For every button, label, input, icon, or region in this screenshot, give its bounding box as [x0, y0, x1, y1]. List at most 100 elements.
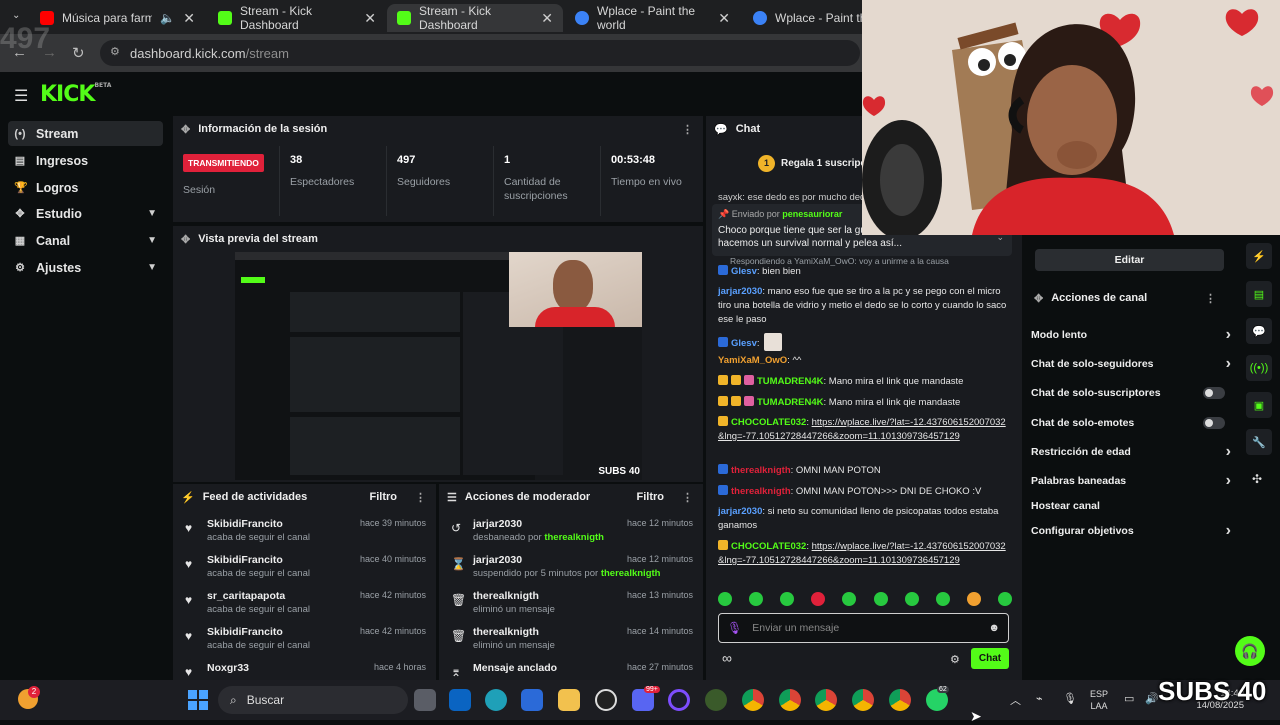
- chat-username[interactable]: jarjar2030: [718, 506, 762, 517]
- outlook-icon[interactable]: [449, 689, 471, 711]
- channel-action-palabras-baneadas[interactable]: Palabras baneadas ›: [1031, 471, 1231, 491]
- chevron-up-icon[interactable]: ︿: [1010, 692, 1021, 708]
- emote-icon[interactable]: [904, 592, 919, 606]
- stream-preview-video[interactable]: SUBS 40: [235, 252, 642, 480]
- chat-username[interactable]: Glesv: [731, 266, 757, 277]
- emote-icon[interactable]: [935, 592, 950, 606]
- sidebar-item-estudio[interactable]: ✥ Estudio ▼: [8, 201, 163, 226]
- emote-icon[interactable]: [842, 592, 857, 606]
- chat-message[interactable]: Glesv:: [718, 333, 1008, 351]
- activity-item[interactable]: ♥ SkibidiFrancito acaba de seguir el canal…: [173, 622, 436, 658]
- channel-action-chat-de-solo-suscriptores[interactable]: Chat de solo-suscriptores: [1031, 383, 1231, 403]
- chat-message[interactable]: jarjar2030: mano eso fue que se tiro a l…: [718, 285, 1008, 327]
- rail-panel-button[interactable]: ▣: [1246, 392, 1272, 418]
- channel-action-configurar-objetivos[interactable]: Configurar objetivos ›: [1031, 521, 1231, 541]
- close-icon[interactable]: ✕: [541, 10, 553, 27]
- edit-button[interactable]: Editar: [1035, 249, 1224, 271]
- chat-username[interactable]: CHOCOLATE032: [731, 417, 806, 428]
- chat-message[interactable]: therealknigth: OMNI MAN POTON: [718, 464, 1008, 478]
- chat-message[interactable]: TUMADREN4K: Mano mira el link que mandas…: [718, 375, 1008, 389]
- chrome-icon[interactable]: [779, 689, 801, 711]
- language-indicator[interactable]: ESP LAA: [1090, 688, 1108, 712]
- volume-icon[interactable]: 🔊: [1145, 692, 1159, 705]
- tab-wplace-1[interactable]: Wplace - Paint the world ✕: [565, 4, 740, 32]
- close-icon[interactable]: ✕: [718, 10, 730, 27]
- channel-action-restricci-n-de-edad[interactable]: Restricción de edad ›: [1031, 442, 1231, 462]
- chat-message[interactable]: TUMADREN4K: Mano mira el link qie mandas…: [718, 396, 1008, 410]
- activity-user[interactable]: sr_caritapapota: [207, 590, 285, 602]
- mod-action-item[interactable]: 🗑 therealknigth eliminó un mensaje hace 13…: [439, 586, 703, 622]
- chat-settings-icon[interactable]: ⚙: [950, 653, 960, 666]
- chat-input[interactable]: 🎙 Enviar un mensaje ☻: [718, 613, 1009, 643]
- rail-more-icon[interactable]: ✣: [1252, 472, 1262, 486]
- emoji-icon[interactable]: ☻: [988, 622, 1000, 634]
- more-icon[interactable]: ⋮: [682, 491, 693, 504]
- activity-user[interactable]: Noxgr33: [207, 662, 249, 674]
- activity-item[interactable]: ♥ Noxgr33 hace 4 horas: [173, 658, 436, 678]
- filter-button[interactable]: Filtro: [637, 491, 665, 503]
- sidebar-item-ajustes[interactable]: ⚙ Ajustes ▼: [8, 255, 163, 280]
- mod-action-by[interactable]: therealknigth: [601, 568, 661, 579]
- activity-user[interactable]: SkibidiFrancito: [207, 518, 283, 530]
- grip-icon[interactable]: ✥: [181, 123, 190, 136]
- network-icon[interactable]: ⌁: [1036, 692, 1043, 705]
- taskbar-search[interactable]: ⌕ Buscar: [218, 686, 408, 714]
- sidebar-item-canal[interactable]: ▦ Canal ▼: [8, 228, 163, 253]
- sidebar-item-logros[interactable]: 🏆 Logros: [8, 175, 163, 200]
- activity-item[interactable]: ♥ sr_caritapapota acaba de seguir el canal…: [173, 586, 436, 622]
- kick-logo[interactable]: KICKBETA: [40, 82, 111, 107]
- wifi-icon[interactable]: ▭: [1124, 692, 1134, 705]
- chat-username[interactable]: YamiXaM_OwO: [718, 355, 787, 366]
- tab-kick-2[interactable]: Stream - Kick Dashboard ✕: [387, 4, 563, 32]
- send-chat-button[interactable]: Chat: [971, 648, 1009, 669]
- chat-username[interactable]: therealknigth: [731, 465, 791, 476]
- site-info-icon[interactable]: ⚙: [110, 45, 120, 58]
- mod-action-item[interactable]: ↺ jarjar2030 desbaneado por therealknigth h…: [439, 514, 703, 550]
- tab-music[interactable]: Música para farmear tr 🔈 ✕: [30, 4, 205, 32]
- chat-username[interactable]: TUMADREN4K: [757, 376, 824, 387]
- infinity-icon[interactable]: ∞: [722, 650, 732, 666]
- rail-bolt-button[interactable]: ⚡: [1246, 243, 1272, 269]
- more-icon[interactable]: ⋮: [682, 123, 693, 136]
- chrome-icon[interactable]: [889, 689, 911, 711]
- chat-message[interactable]: CHOCOLATE032: https://wplace.live/?lat=-…: [718, 416, 1008, 444]
- tab-list-chevron-icon[interactable]: ⌄: [12, 10, 20, 21]
- emote-icon[interactable]: [873, 592, 888, 606]
- chrome-icon[interactable]: [815, 689, 837, 711]
- chrome-icon[interactable]: [742, 689, 764, 711]
- chat-username[interactable]: TUMADREN4K: [757, 397, 824, 408]
- url-field[interactable]: ⚙ dashboard.kick.com/stream: [100, 40, 860, 66]
- mod-action-by[interactable]: therealknigth: [544, 532, 604, 543]
- tab-wplace-2[interactable]: Wplace - Paint the w: [743, 4, 885, 32]
- windows-start-icon[interactable]: [188, 690, 208, 710]
- file-explorer-icon[interactable]: [414, 689, 436, 711]
- emote-icon[interactable]: [966, 592, 981, 606]
- chat-username[interactable]: jarjar2030: [718, 286, 762, 297]
- rail-clipboard-button[interactable]: ▤: [1246, 281, 1272, 307]
- close-icon[interactable]: ✕: [183, 10, 195, 27]
- more-icon[interactable]: ⋮: [415, 491, 426, 504]
- grip-icon[interactable]: ✥: [181, 233, 190, 246]
- mod-action-item[interactable]: 🗑 therealknigth eliminó un mensaje hace 14…: [439, 622, 703, 658]
- mod-action-item[interactable]: ⌛ jarjar2030 suspendido por 5 minutos por …: [439, 550, 703, 586]
- support-button[interactable]: 🎧: [1235, 636, 1265, 666]
- channel-action-hostear-canal[interactable]: Hostear canal: [1031, 496, 1231, 516]
- activity-user[interactable]: SkibidiFrancito: [207, 626, 283, 638]
- chat-message[interactable]: CHOCOLATE032: https://wplace.live/?lat=-…: [718, 540, 1008, 568]
- mod-action-item[interactable]: ⌆ Mensaje anclado hace 27 minutos: [439, 658, 703, 678]
- mod-action-target[interactable]: Mensaje anclado: [473, 662, 557, 674]
- chat-username[interactable]: Glesv: [731, 338, 757, 349]
- sidebar-item-stream[interactable]: (•) Stream: [8, 121, 163, 146]
- emote-icon[interactable]: [718, 592, 732, 606]
- store-icon[interactable]: [521, 689, 543, 711]
- emote-icon[interactable]: [811, 592, 826, 606]
- chat-username[interactable]: therealknigth: [731, 486, 791, 497]
- sidebar-item-ingresos[interactable]: ▤ Ingresos: [8, 148, 163, 173]
- folder-icon[interactable]: [558, 689, 580, 711]
- channel-action-chat-de-solo-emotes[interactable]: Chat de solo-emotes: [1031, 413, 1231, 433]
- mod-action-target[interactable]: therealknigth: [473, 626, 539, 638]
- chat-username[interactable]: CHOCOLATE032: [731, 541, 806, 552]
- rail-tools-button[interactable]: 🔧: [1246, 429, 1272, 455]
- rail-broadcast-button[interactable]: ((•)): [1246, 355, 1272, 381]
- emote-icon[interactable]: [749, 592, 764, 606]
